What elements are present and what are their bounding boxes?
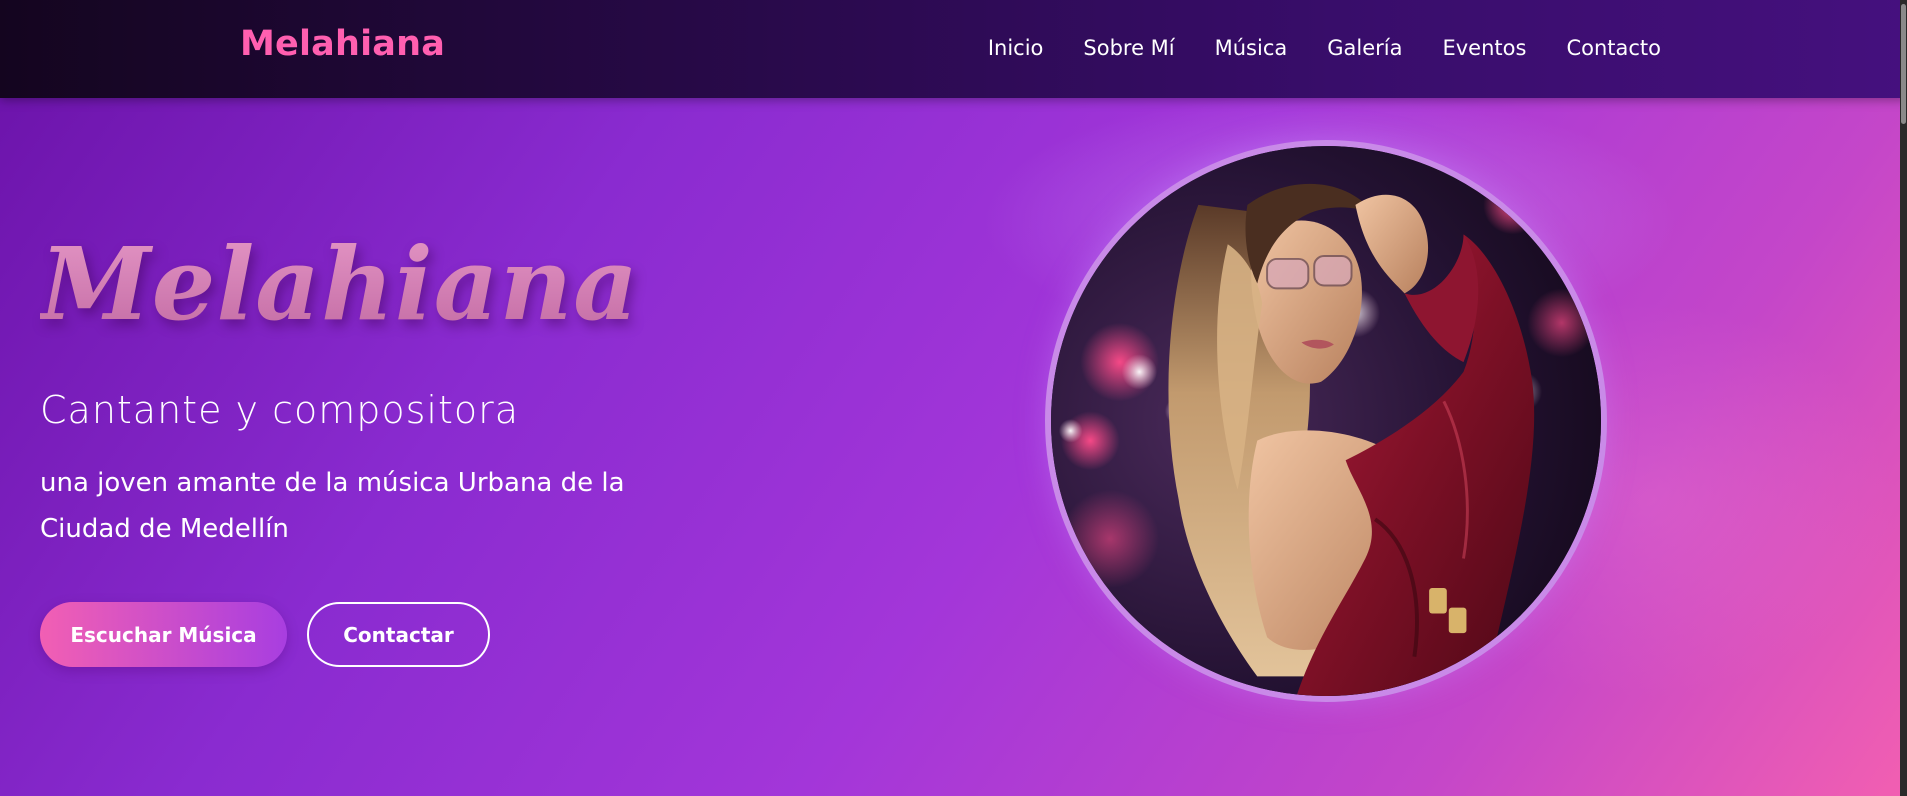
scrollbar-thumb[interactable]	[1901, 4, 1906, 124]
hero-subtitle: Cantante y compositora	[40, 388, 520, 432]
contact-button[interactable]: Contactar	[307, 602, 490, 667]
artist-photo-illustration	[1051, 146, 1601, 696]
nav-link-contacto[interactable]: Contacto	[1566, 36, 1661, 60]
brand-logo[interactable]: Melahiana	[240, 24, 445, 64]
nav-link-galeria[interactable]: Galería	[1327, 36, 1402, 60]
nav-links: Inicio Sobre Mí Música Galería Eventos C…	[988, 36, 1661, 60]
navbar: Melahiana Inicio Sobre Mí Música Galería…	[0, 0, 1907, 98]
hero-description: una joven amante de la música Urbana de …	[40, 468, 625, 544]
scrollbar[interactable]	[1900, 0, 1907, 796]
nav-link-sobre-mi[interactable]: Sobre Mí	[1083, 36, 1174, 60]
nav-link-inicio[interactable]: Inicio	[988, 36, 1044, 60]
nav-link-musica[interactable]: Música	[1215, 36, 1288, 60]
artist-portrait	[1045, 140, 1607, 702]
nav-link-eventos[interactable]: Eventos	[1442, 36, 1526, 60]
hero-title: Melahiana	[40, 225, 640, 343]
listen-music-button[interactable]: Escuchar Música	[40, 602, 287, 667]
